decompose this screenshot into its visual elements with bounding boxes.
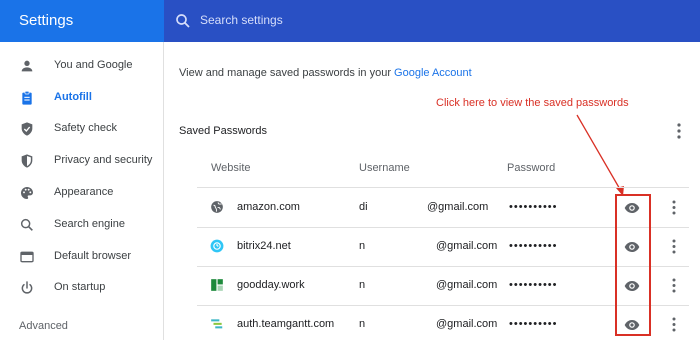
teamgantt-icon: [211, 319, 223, 329]
username: di: [359, 201, 368, 213]
search-icon: [20, 218, 33, 231]
globe-icon: [211, 201, 223, 213]
more-options-icon[interactable]: [669, 277, 679, 294]
column-header-website: Website: [211, 162, 251, 174]
username: n: [359, 318, 366, 330]
site-name: auth.teamgantt.com: [237, 318, 335, 330]
sidebar-item-label: On startup: [54, 281, 106, 293]
column-header-password: Password: [507, 162, 556, 174]
sidebar-item-label: You and Google: [54, 59, 133, 71]
more-options-icon[interactable]: [669, 238, 679, 255]
password-field: ••••••••••: [509, 240, 558, 252]
sidebar-item-label: Search engine: [54, 218, 125, 230]
sidebar-item-safety-check[interactable]: Safety check: [0, 114, 164, 144]
goodday-icon: [211, 279, 223, 291]
sidebar-item-label: Default browser: [54, 250, 132, 262]
site-name: bitrix24.net: [237, 240, 291, 252]
site-name: amazon.com: [237, 201, 300, 213]
username-domain: @gmail.com: [427, 201, 489, 213]
search-input[interactable]: [200, 13, 500, 27]
password-field: ••••••••••: [509, 201, 558, 213]
sidebar-item-label: Privacy and security: [54, 154, 153, 166]
sidebar-item-on-startup[interactable]: On startup: [0, 273, 164, 303]
sidebar-item-autofill[interactable]: Autofill: [0, 83, 164, 113]
app-title: Settings: [19, 12, 74, 29]
username: n: [359, 279, 366, 291]
sidebar-advanced[interactable]: Advanced: [19, 320, 68, 332]
column-header-username: Username: [359, 162, 410, 174]
sidebar: You and Google Autofill Safety check Pri…: [0, 42, 164, 340]
shield-icon: [21, 154, 33, 168]
more-options-icon[interactable]: [669, 199, 679, 216]
site-name: goodday.work: [237, 279, 305, 291]
sidebar-item-label: Appearance: [54, 186, 114, 198]
password-field: ••••••••••: [509, 318, 558, 330]
shield-check-icon: [21, 122, 33, 136]
search-icon[interactable]: [174, 12, 192, 30]
power-icon: [21, 281, 33, 294]
intro-label: View and manage saved passwords in your: [179, 67, 395, 79]
username-domain: @gmail.com: [436, 279, 498, 291]
title-area: Settings: [0, 0, 164, 42]
password-field: ••••••••••: [509, 279, 558, 291]
sidebar-item-search-engine[interactable]: Search engine: [0, 210, 164, 240]
sidebar-item-you-and-google[interactable]: You and Google: [0, 51, 164, 81]
sidebar-item-default-browser[interactable]: Default browser: [0, 242, 164, 272]
username-domain: @gmail.com: [436, 318, 498, 330]
more-options-icon[interactable]: [672, 122, 686, 140]
section-title: Saved Passwords: [179, 125, 268, 137]
more-options-icon[interactable]: [669, 316, 679, 333]
browser-icon: [20, 251, 34, 263]
bitrix-icon: [210, 239, 224, 253]
top-bar: Settings: [0, 0, 700, 42]
sidebar-item-appearance[interactable]: Appearance: [0, 178, 164, 208]
person-icon: [21, 60, 33, 72]
sidebar-item-label: Safety check: [54, 122, 117, 134]
intro-text: View and manage saved passwords in your …: [179, 67, 472, 79]
annotation-label: Click here to view the saved passwords: [436, 97, 629, 109]
sidebar-item-privacy[interactable]: Privacy and security: [0, 146, 164, 176]
highlight-box: [615, 194, 651, 336]
google-account-link[interactable]: Google Account: [394, 67, 472, 79]
sidebar-item-label: Autofill: [54, 91, 92, 103]
username-domain: @gmail.com: [436, 240, 498, 252]
username: n: [359, 240, 366, 252]
palette-icon: [21, 187, 33, 199]
clipboard-icon: [22, 91, 32, 105]
